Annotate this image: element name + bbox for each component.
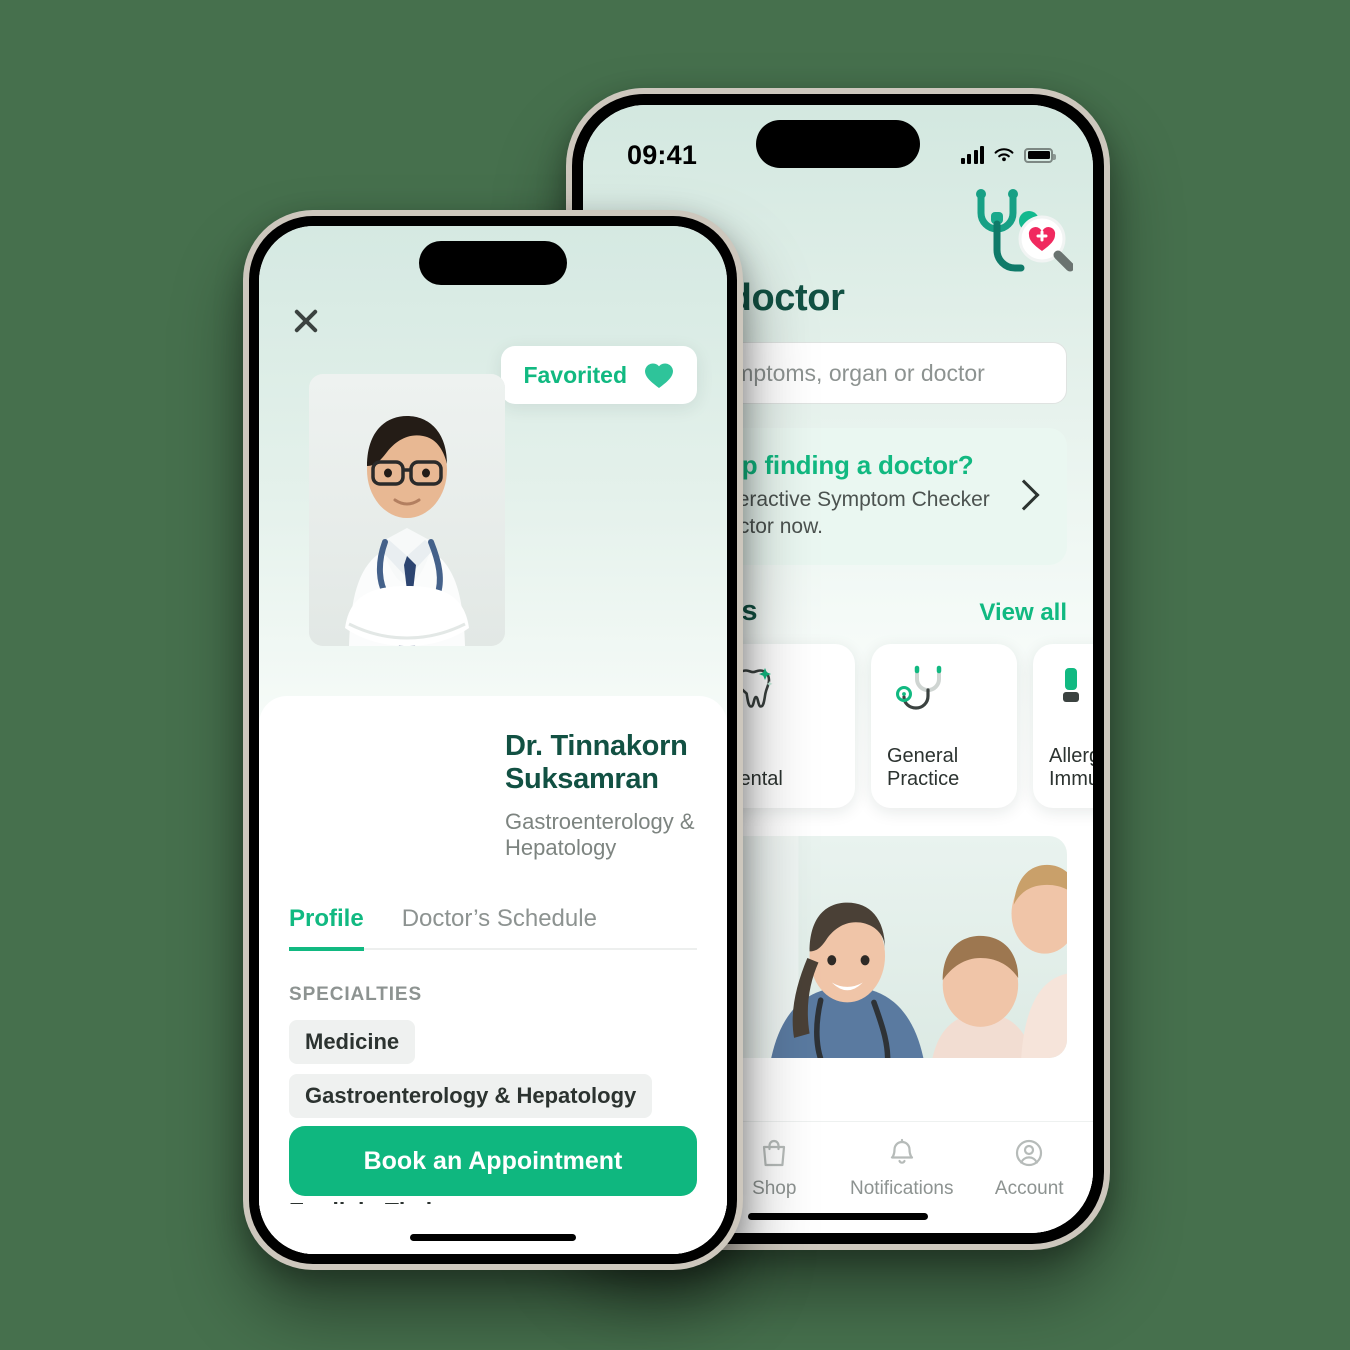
stethoscope-magnifier-heart-icon	[976, 189, 1073, 272]
specialty-label: Allergy & Immunology	[1049, 744, 1093, 791]
front-phone-screen: Favorited Dr. Tinnakorn Suksamran Gastro…	[259, 226, 727, 1254]
bell-icon	[888, 1136, 916, 1170]
profile-sheet: Dr. Tinnakorn Suksamran Gastroenterology…	[259, 696, 727, 1254]
specialties-heading: SPECIALTIES	[289, 984, 423, 1006]
doctor-portrait	[309, 374, 505, 646]
user-circle-icon	[1014, 1136, 1044, 1170]
tab-account[interactable]: Account	[966, 1136, 1094, 1200]
specialty-chip: Gastroenterology & Hepatology	[289, 1074, 653, 1119]
dynamic-island	[756, 120, 920, 168]
cta-container: Book an Appointment	[289, 1126, 697, 1196]
doctor-portrait-image	[309, 374, 505, 646]
shopping-bag-icon	[760, 1136, 788, 1170]
tab-doctors-schedule[interactable]: Doctor’s Schedule	[402, 905, 597, 948]
wifi-icon	[994, 148, 1014, 162]
profile-tabs: Profile Doctor’s Schedule	[289, 905, 697, 952]
tab-label: Notifications	[850, 1178, 954, 1199]
favorite-label: Favorited	[523, 361, 627, 388]
status-bar-icons	[960, 146, 1056, 164]
sheet-bottom-fade	[259, 1204, 727, 1254]
tab-profile[interactable]: Profile	[289, 905, 364, 952]
book-appointment-button[interactable]: Book an Appointment	[289, 1126, 697, 1196]
heart-filled-icon	[645, 363, 673, 388]
status-bar-time: 09:41	[627, 139, 698, 170]
view-all-link[interactable]: View all	[979, 599, 1067, 627]
front-phone-bezel: Favorited Dr. Tinnakorn Suksamran Gastro…	[249, 216, 737, 1264]
tab-notifications[interactable]: Notifications	[838, 1136, 966, 1200]
allergy-icon	[1049, 662, 1093, 724]
cellular-bars-icon	[960, 146, 984, 164]
tab-label: Account	[994, 1178, 1064, 1199]
specialty-chip: Medicine	[289, 1020, 416, 1065]
tab-label: Shop	[752, 1178, 797, 1199]
home-indicator[interactable]	[410, 1234, 576, 1241]
doctor-profile-screen: Favorited Dr. Tinnakorn Suksamran Gastro…	[259, 226, 727, 1254]
dynamic-island	[419, 241, 567, 285]
front-phone-device: Favorited Dr. Tinnakorn Suksamran Gastro…	[243, 210, 743, 1270]
battery-icon	[1024, 147, 1056, 163]
chevron-right-icon	[1008, 479, 1040, 511]
home-indicator[interactable]	[748, 1213, 928, 1220]
specialties-chip-list: Medicine Gastroenterology & Hepatology	[289, 1020, 697, 1128]
close-icon[interactable]	[289, 304, 323, 338]
specialty-label: General Practice	[887, 744, 960, 791]
specialty-card-general-practice[interactable]: General Practice	[871, 643, 1017, 808]
doctor-specialty: Gastroenterology & Hepatology	[505, 808, 695, 861]
stethoscope-icon	[887, 662, 1001, 724]
doctor-name: Dr. Tinnakorn Suksamran	[505, 730, 688, 796]
specialty-card-allergy[interactable]: Allergy & Immunology	[1033, 643, 1093, 808]
favorite-button[interactable]: Favorited	[501, 346, 697, 404]
